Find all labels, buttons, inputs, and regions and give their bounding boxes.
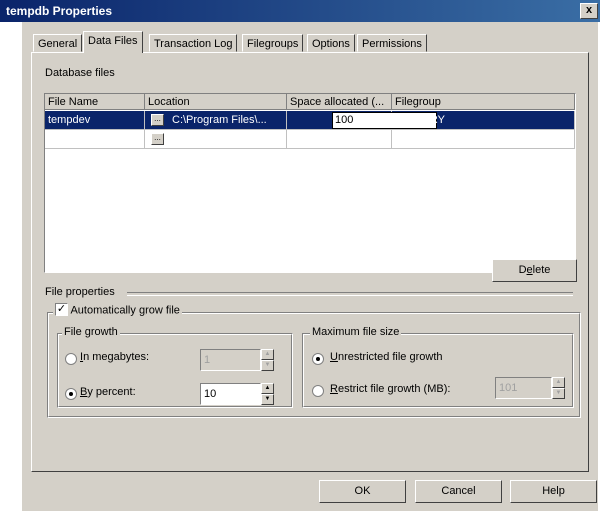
restrict-size-spinner[interactable]: ▲ ▼ bbox=[552, 377, 565, 399]
delete-button[interactable]: Delete bbox=[492, 259, 577, 282]
file-name-cell[interactable]: tempdev bbox=[45, 111, 145, 130]
restrict-growth-radio[interactable] bbox=[312, 385, 324, 397]
space-allocated-cell[interactable] bbox=[287, 130, 392, 149]
delete-label-rest: lete bbox=[532, 264, 551, 276]
megabytes-input[interactable]: 1 bbox=[200, 349, 261, 371]
database-files-label: Database files bbox=[45, 67, 115, 79]
delete-label-part: D bbox=[518, 264, 527, 276]
column-header-filegroup[interactable]: Filegroup bbox=[392, 94, 575, 110]
by-percent-radio[interactable] bbox=[65, 388, 77, 400]
tab-permissions[interactable]: Permissions bbox=[357, 34, 427, 52]
browse-button[interactable]: ... bbox=[151, 133, 164, 145]
location-cell[interactable]: ... bbox=[145, 130, 287, 149]
database-files-grid[interactable]: File Name Location Space allocated (... … bbox=[44, 93, 576, 273]
tab-data-files[interactable]: Data Files bbox=[83, 31, 143, 53]
tab-filegroups[interactable]: Filegroups bbox=[242, 34, 304, 52]
by-percent-label[interactable]: By percent: bbox=[80, 386, 136, 398]
ok-button[interactable]: OK bbox=[319, 480, 406, 503]
file-name-cell[interactable] bbox=[45, 130, 145, 149]
restrict-accel: R bbox=[330, 383, 338, 395]
auto-grow-option[interactable]: ✓ Automatically grow file bbox=[53, 303, 182, 317]
dialog-body: General Data Files Transaction Log Fileg… bbox=[22, 22, 598, 511]
auto-grow-label: Automatically bbox=[70, 304, 139, 317]
window-title: tempdb Properties bbox=[6, 4, 113, 18]
tab-options[interactable]: Options bbox=[307, 34, 355, 52]
megabytes-spinner[interactable]: ▲ ▼ bbox=[261, 349, 274, 371]
table-row[interactable]: tempdev ... C:\Program Files\... 100 PRI… bbox=[45, 111, 575, 130]
column-header-file-name[interactable]: File Name bbox=[45, 94, 145, 110]
in-megabytes-radio[interactable] bbox=[65, 353, 77, 365]
percent-input[interactable]: 10 bbox=[200, 383, 261, 405]
unrestricted-text: nrestricted file growth bbox=[337, 351, 443, 363]
location-text: C:\Program Files\... bbox=[172, 114, 267, 126]
restrict-text: estrict file growth (MB): bbox=[337, 383, 451, 395]
spin-up-icon[interactable]: ▲ bbox=[261, 383, 274, 394]
restrict-growth-label[interactable]: Restrict file growth (MB): bbox=[330, 383, 450, 395]
file-properties-label: File properties bbox=[45, 286, 115, 298]
auto-grow-checkbox[interactable]: ✓ bbox=[55, 303, 68, 316]
tab-transaction-log[interactable]: Transaction Log bbox=[149, 34, 238, 52]
tab-general[interactable]: General bbox=[33, 34, 83, 52]
file-growth-title: File growth bbox=[62, 326, 120, 338]
cancel-button[interactable]: Cancel bbox=[415, 480, 502, 503]
properties-window: tempdb Properties x General Data Files T… bbox=[0, 0, 600, 511]
help-button[interactable]: Help bbox=[510, 480, 597, 503]
unrestricted-growth-label[interactable]: Unrestricted file growth bbox=[330, 351, 443, 363]
browse-button[interactable]: ... bbox=[151, 114, 164, 126]
spin-down-icon[interactable]: ▼ bbox=[552, 388, 565, 399]
title-bar[interactable]: tempdb Properties x bbox=[0, 0, 600, 22]
auto-grow-label-rest: row file bbox=[145, 304, 180, 317]
filegroup-cell[interactable]: PRIMARY bbox=[392, 111, 575, 130]
file-properties-divider bbox=[127, 292, 573, 296]
unrestricted-growth-radio[interactable] bbox=[312, 353, 324, 365]
unrestricted-accel: U bbox=[330, 351, 338, 363]
in-megabytes-text: n megabytes: bbox=[83, 351, 150, 363]
in-megabytes-label[interactable]: In megabytes: bbox=[80, 351, 149, 363]
column-header-space-allocated[interactable]: Space allocated (... bbox=[287, 94, 392, 110]
spin-down-icon[interactable]: ▼ bbox=[261, 394, 274, 405]
spin-up-icon[interactable]: ▲ bbox=[261, 349, 274, 360]
table-row[interactable]: ... bbox=[45, 130, 575, 149]
column-header-location[interactable]: Location bbox=[145, 94, 287, 110]
spin-down-icon[interactable]: ▼ bbox=[261, 360, 274, 371]
close-icon[interactable]: x bbox=[580, 3, 598, 19]
by-percent-text: y percent: bbox=[87, 386, 136, 398]
location-cell[interactable]: ... C:\Program Files\... bbox=[145, 111, 287, 130]
spin-up-icon[interactable]: ▲ bbox=[552, 377, 565, 388]
restrict-size-input[interactable]: 101 bbox=[495, 377, 552, 399]
percent-spinner[interactable]: ▲ ▼ bbox=[261, 383, 274, 405]
max-file-size-title: Maximum file size bbox=[310, 326, 402, 338]
filegroup-cell[interactable] bbox=[392, 130, 575, 149]
